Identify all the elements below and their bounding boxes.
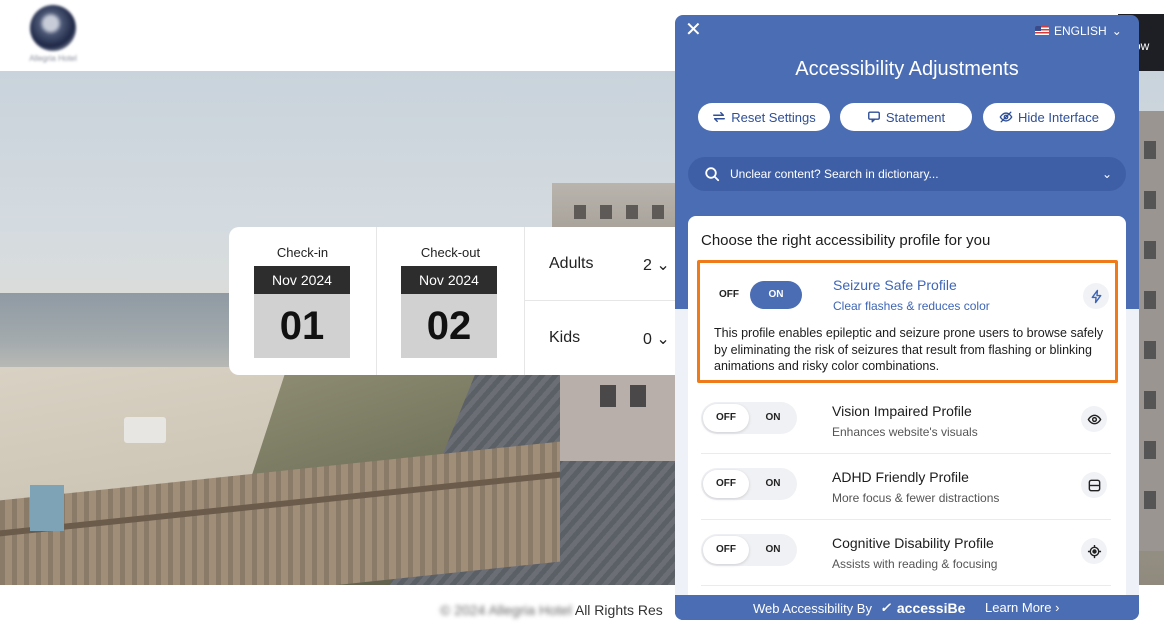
profile-description: This profile enables epileptic and seizu… [714, 326, 1104, 373]
profile-name: Cognitive Disability Profile [832, 535, 994, 551]
statement-icon [867, 111, 880, 123]
toggle-off: OFF [703, 404, 749, 432]
toggle-off: OFF [719, 289, 739, 300]
us-flag-icon [1035, 26, 1049, 36]
hero-building [1138, 111, 1164, 551]
profile-subtitle: Assists with reading & focusing [832, 557, 998, 571]
target-icon [1081, 538, 1107, 564]
checkout-label: Check-out [420, 245, 481, 260]
adults-row: Adults 2 ⌄ [525, 227, 689, 301]
toggle-on: ON [765, 412, 781, 423]
accessibe-brand: accessiBe [896, 600, 966, 616]
reset-settings-label: Reset Settings [731, 109, 816, 125]
eye-off-icon [999, 111, 1013, 123]
adults-value: 2 [643, 257, 652, 274]
logo-wordmark: Allegria Hotel [29, 54, 77, 63]
toggle-on: ON [750, 281, 802, 309]
dictionary-search[interactable]: Unclear content? Search in dictionary...… [688, 157, 1126, 191]
profile-vision-impaired: OFF ON Vision Impaired Profile Enhances … [701, 388, 1111, 454]
checkout-month: Nov 2024 [401, 266, 497, 294]
kids-select[interactable]: 0 ⌄ [643, 329, 670, 349]
panel-title: Accessibility Adjustments [795, 58, 1019, 80]
statement-button[interactable]: Statement [840, 103, 972, 131]
profile-subtitle: Clear flashes & reduces color [833, 299, 990, 313]
profile-subtitle: More focus & fewer distractions [832, 491, 1000, 505]
powered-by[interactable]: Web Accessibility By ✓ accessiBe [753, 600, 965, 616]
accessibe-logo-icon: ✓ [879, 600, 891, 615]
toggle-off: OFF [703, 470, 749, 498]
close-icon[interactable]: ✕ [685, 20, 703, 40]
profile-toggle[interactable]: OFF ON [701, 468, 797, 500]
focus-window-icon [1081, 472, 1107, 498]
search-icon [705, 167, 720, 182]
chevron-down-icon: ⌄ [1111, 24, 1122, 38]
kids-label: Kids [549, 329, 581, 346]
hero-truck [124, 417, 166, 443]
chevron-down-icon: ⌄ [656, 331, 670, 348]
dictionary-search-placeholder: Unclear content? Search in dictionary... [730, 167, 939, 181]
copyright-visible: All Rights Res [574, 602, 663, 618]
copyright-blurred: © 2024 Allegria Hotel [440, 602, 572, 618]
toggle-off: OFF [703, 536, 749, 564]
adults-select[interactable]: 2 ⌄ [643, 255, 670, 275]
profiles-heading: Choose the right accessibility profile f… [701, 232, 991, 249]
profiles-card: Choose the right accessibility profile f… [688, 216, 1126, 600]
profile-name: Vision Impaired Profile [832, 403, 972, 419]
reset-settings-button[interactable]: Reset Settings [698, 103, 830, 131]
profile-toggle[interactable]: OFF ON [701, 402, 797, 434]
kids-row: Kids 0 ⌄ [525, 301, 689, 375]
profile-toggle[interactable]: OFF ON [701, 534, 797, 566]
language-selector[interactable]: ENGLISH ⌄ [1035, 22, 1122, 40]
checkin-day: 01 [254, 294, 350, 358]
eye-icon [1081, 406, 1107, 432]
checkin-label: Check-in [276, 245, 329, 260]
hero-kiosk [30, 485, 64, 531]
copyright-text: © 2024 Allegria Hotel All Rights Res [440, 602, 663, 618]
hotel-logo[interactable]: Allegria Hotel [22, 5, 84, 65]
adults-label: Adults [549, 255, 594, 272]
reset-arrows-icon [713, 111, 726, 123]
profile-name: ADHD Friendly Profile [832, 469, 969, 485]
accessibility-panel: ✕ ENGLISH ⌄ Accessibility Adjustments Re… [675, 15, 1139, 620]
checkin-picker[interactable]: Check-in Nov 2024 01 [229, 227, 377, 375]
profile-cognitive-disability: OFF ON Cognitive Disability Profile Assi… [701, 520, 1111, 586]
learn-more-link[interactable]: Learn More › [985, 600, 1059, 615]
profile-subtitle: Enhances website's visuals [832, 425, 978, 439]
profile-toggle[interactable]: OFF ON [704, 279, 802, 311]
hero-building [560, 371, 676, 461]
logo-mark [30, 5, 76, 51]
checkout-day: 02 [401, 294, 497, 358]
chevron-down-icon: ⌄ [656, 257, 670, 274]
toggle-on: ON [765, 544, 781, 555]
bolt-icon [1083, 283, 1109, 309]
kids-value: 0 [643, 331, 652, 348]
powered-by-label: Web Accessibility By [753, 600, 872, 616]
profile-adhd-friendly: OFF ON ADHD Friendly Profile More focus … [701, 454, 1111, 520]
booking-widget: Check-in Nov 2024 01 Check-out Nov 2024 … [229, 227, 689, 375]
panel-footer: Web Accessibility By ✓ accessiBe Learn M… [675, 595, 1139, 620]
hide-interface-label: Hide Interface [1018, 109, 1099, 125]
profile-seizure-safe: OFF ON Seizure Safe Profile Clear flashe… [697, 260, 1118, 383]
language-label: ENGLISH [1054, 24, 1107, 38]
checkout-picker[interactable]: Check-out Nov 2024 02 [377, 227, 525, 375]
checkin-month: Nov 2024 [254, 266, 350, 294]
chevron-down-icon: ⌄ [1101, 167, 1112, 181]
statement-label: Statement [885, 109, 946, 125]
toggle-on: ON [765, 478, 781, 489]
hide-interface-button[interactable]: Hide Interface [983, 103, 1115, 131]
profile-name: Seizure Safe Profile [833, 277, 957, 293]
